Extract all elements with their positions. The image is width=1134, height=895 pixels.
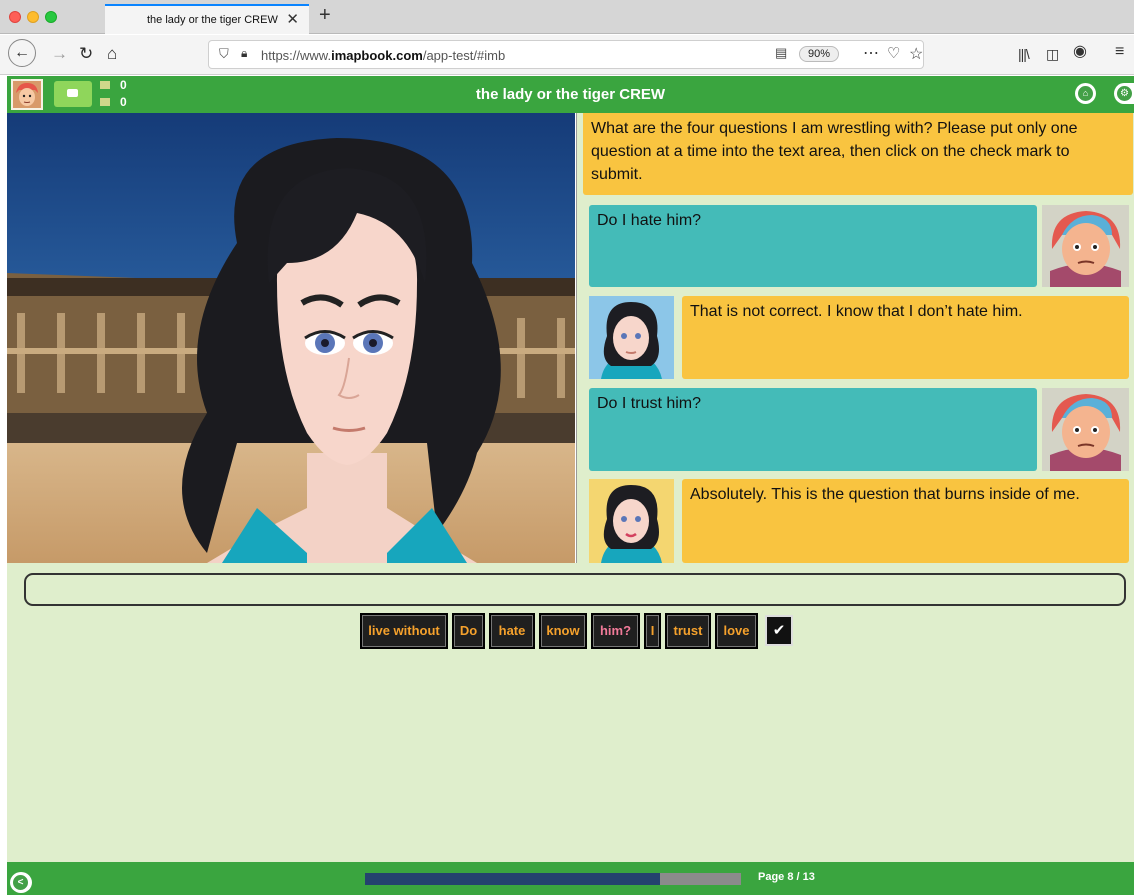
submit-check-button[interactable]: ✔	[765, 615, 793, 646]
lady-face-icon	[589, 479, 674, 563]
library-icon[interactable]: |||\	[1018, 42, 1030, 66]
lock-icon[interactable]: 🔒︎	[241, 46, 247, 61]
user-face-icon	[1042, 205, 1129, 287]
tracking-shield-icon[interactable]: ⛉	[219, 46, 229, 62]
forward-arrow-icon[interactable]: →	[51, 42, 68, 66]
lady-avatar	[589, 296, 674, 379]
tab-title: the lady or the tiger CREW	[147, 14, 278, 26]
user-avatar	[1042, 388, 1129, 471]
reload-icon[interactable]: ↻	[79, 42, 93, 66]
url-text[interactable]: https://www.imapbook.com/app-test/#imb	[261, 48, 505, 63]
pocket-icon[interactable]: ♡	[887, 44, 900, 62]
new-tab-button[interactable]: +	[319, 4, 331, 27]
narrator-reply: That is not correct. I know that I don’t…	[682, 296, 1129, 379]
user-avatar	[1042, 205, 1129, 287]
window-close-button[interactable]	[9, 11, 21, 23]
hamburger-menu-icon[interactable]: ≡	[1115, 40, 1124, 64]
user-message: Do I trust him?	[589, 388, 1037, 471]
home-icon: ⌂	[1078, 86, 1093, 101]
tab-close-icon[interactable]: ✕	[286, 10, 299, 28]
lady-face-icon	[589, 296, 674, 379]
narrator-prompt: What are the four questions I am wrestli…	[583, 113, 1133, 195]
back-arrow-icon[interactable]: ←	[8, 39, 36, 67]
app-home-button[interactable]: ⌂	[1075, 83, 1096, 104]
reading-progress-fill	[365, 873, 661, 885]
word-chip-trust[interactable]: trust	[665, 613, 711, 649]
zoom-level-badge[interactable]: 90%	[799, 46, 840, 62]
window-zoom-button[interactable]	[45, 11, 57, 23]
more-dots-icon[interactable]: ⋯	[863, 43, 880, 63]
dialogue-panel: What are the four questions I am wrestli…	[576, 113, 1134, 563]
app-footer: < Page 8 / 13	[7, 862, 1134, 895]
settings-gear-icon: ⚙	[1117, 86, 1132, 101]
settings-button[interactable]: ⚙	[1114, 83, 1134, 104]
user-face-icon	[1042, 388, 1129, 471]
address-bar[interactable]: ⛉ 🔒︎ https://www.imapbook.com/app-test/#…	[208, 40, 924, 69]
book-title: the lady or the tiger CREW	[475, 86, 666, 103]
app-header: 0 0 the lady or the tiger CREW ⌂ ⚙	[7, 76, 1134, 113]
word-chip-know[interactable]: know	[539, 613, 587, 649]
chevron-left-icon: <	[13, 875, 28, 890]
account-icon[interactable]: ◉	[1073, 40, 1087, 64]
lady-avatar	[589, 479, 674, 563]
word-chip-him[interactable]: him?	[591, 613, 640, 649]
arena-with-lady-image	[7, 113, 575, 563]
word-chip-i[interactable]: I	[644, 613, 661, 649]
word-chip-do[interactable]: Do	[452, 613, 485, 649]
scene-illustration	[7, 113, 575, 563]
answer-area: live without Do hate know him? I trust l…	[7, 563, 1134, 862]
word-chip-love[interactable]: love	[715, 613, 758, 649]
word-chip-hate[interactable]: hate	[489, 613, 535, 649]
bookmark-star-icon[interactable]: ☆	[909, 44, 923, 64]
word-chip-live-without[interactable]: live without	[360, 613, 448, 649]
reading-progress-bar	[365, 873, 741, 885]
browser-tab[interactable]: the lady or the tiger CREW ✕	[105, 4, 309, 34]
sidebar-icon[interactable]: ◫	[1046, 42, 1059, 66]
user-message: Do I hate him?	[589, 205, 1037, 287]
previous-page-button[interactable]: <	[10, 872, 32, 893]
page-indicator: Page 8 / 13	[758, 871, 815, 883]
narrator-reply: Absolutely. This is the question that bu…	[682, 479, 1129, 563]
browser-tab-bar: the lady or the tiger CREW ✕ +	[0, 0, 1134, 34]
answer-input[interactable]	[24, 573, 1126, 606]
browser-nav-bar: ← → ↻ ⌂ ⛉ 🔒︎ https://www.imapbook.com/ap…	[0, 35, 1134, 75]
home-icon[interactable]: ⌂	[107, 42, 117, 66]
reader-view-icon[interactable]: ▤	[775, 45, 787, 61]
window-minimize-button[interactable]	[27, 11, 39, 23]
